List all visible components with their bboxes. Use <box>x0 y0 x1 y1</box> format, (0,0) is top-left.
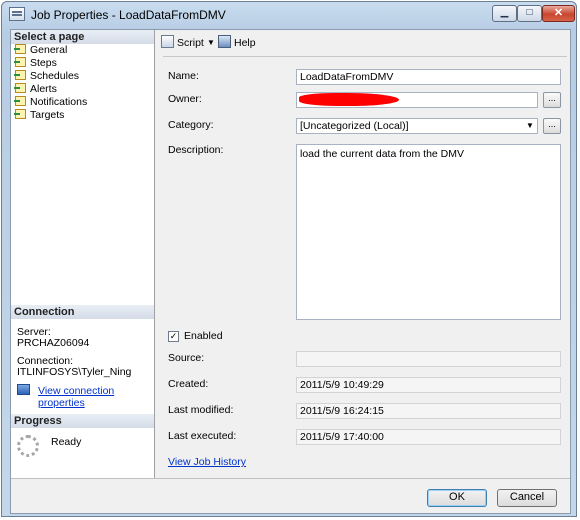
enabled-label: Enabled <box>184 330 223 342</box>
progress-header: Progress <box>11 414 154 428</box>
script-dropdown-arrow-icon[interactable]: ▼ <box>207 38 215 47</box>
page-item-notifications[interactable]: Notifications <box>14 96 88 109</box>
name-field[interactable]: LoadDataFromDMV <box>296 69 561 85</box>
page-icon <box>14 57 26 67</box>
view-connection-properties-link[interactable]: View connection properties <box>38 385 154 409</box>
page-icon <box>14 44 26 54</box>
name-label: Name: <box>168 70 199 82</box>
server-value: PRCHAZ06094 <box>17 337 90 349</box>
page-label: Schedules <box>30 70 80 82</box>
ok-button[interactable]: OK <box>427 489 487 507</box>
last-modified-field: 2011/5/9 16:24:15 <box>296 403 561 419</box>
page-label: Targets <box>30 109 65 121</box>
last-modified-label: Last modified: <box>168 404 234 416</box>
last-executed-field: 2011/5/9 17:40:00 <box>296 429 561 445</box>
job-properties-window: Job Properties - LoadDataFromDMV ▁ □ ✕ S… <box>1 1 577 517</box>
page-item-alerts[interactable]: Alerts <box>14 83 57 96</box>
page-icon <box>14 96 26 106</box>
left-pane: Select a page General Steps Schedules Al… <box>11 30 155 478</box>
select-page-header: Select a page <box>11 30 154 44</box>
category-select[interactable]: [Uncategorized (Local)] ▼ <box>296 118 538 134</box>
script-button[interactable]: Script <box>177 37 204 49</box>
last-executed-label: Last executed: <box>168 430 237 442</box>
general-page: Script ▼ Help Name: LoadDataFromDMV Owne… <box>155 30 570 478</box>
source-label: Source: <box>168 352 205 364</box>
minimize-button[interactable]: ▁ <box>492 5 517 22</box>
progress-spinner-icon <box>17 435 39 457</box>
button-bar: OK Cancel <box>11 478 570 515</box>
category-browse-button[interactable]: ... <box>543 118 561 134</box>
created-label: Created: <box>168 378 209 390</box>
page-label: Alerts <box>30 83 57 95</box>
page-icon <box>14 109 26 119</box>
page-item-targets[interactable]: Targets <box>14 109 65 122</box>
owner-field[interactable] <box>296 92 538 108</box>
window-title: Job Properties - LoadDataFromDMV <box>31 8 226 22</box>
dialog-client-area: Select a page General Steps Schedules Al… <box>10 29 571 514</box>
cancel-button[interactable]: Cancel <box>497 489 557 507</box>
page-item-general[interactable]: General <box>14 44 68 57</box>
owner-redaction <box>299 93 399 106</box>
page-label: Steps <box>30 57 57 69</box>
owner-label: Owner: <box>168 93 202 105</box>
created-field: 2011/5/9 10:49:29 <box>296 377 561 393</box>
page-item-schedules[interactable]: Schedules <box>14 70 80 83</box>
help-icon[interactable] <box>218 35 231 48</box>
page-label: Notifications <box>30 96 88 108</box>
connection-value: ITLINFOSYS\Tyler_Ning <box>17 366 132 378</box>
enabled-checkbox[interactable]: ✓ <box>168 331 179 342</box>
title-bar[interactable]: Job Properties - LoadDataFromDMV ▁ □ ✕ <box>2 2 576 28</box>
category-label: Category: <box>168 119 214 131</box>
category-value: [Uncategorized (Local)] <box>300 120 409 132</box>
page-label: General <box>30 44 68 56</box>
close-button[interactable]: ✕ <box>542 5 575 22</box>
help-button[interactable]: Help <box>234 37 256 49</box>
page-item-steps[interactable]: Steps <box>14 57 57 70</box>
window-app-icon <box>9 7 25 21</box>
toolbar-separator <box>163 56 567 57</box>
connection-header: Connection <box>11 305 154 319</box>
connection-properties-icon <box>17 384 30 395</box>
page-icon <box>14 83 26 93</box>
view-job-history-link[interactable]: View Job History <box>168 456 246 468</box>
progress-status: Ready <box>51 436 82 448</box>
owner-browse-button[interactable]: ... <box>543 92 561 108</box>
maximize-button[interactable]: □ <box>517 5 542 22</box>
description-textarea[interactable]: load the current data from the DMV <box>296 144 561 320</box>
script-icon[interactable] <box>161 35 174 48</box>
description-label: Description: <box>168 144 224 156</box>
page-icon <box>14 70 26 80</box>
source-field <box>296 351 561 367</box>
chevron-down-icon[interactable]: ▼ <box>525 122 535 130</box>
toolbar: Script ▼ Help <box>155 30 570 56</box>
